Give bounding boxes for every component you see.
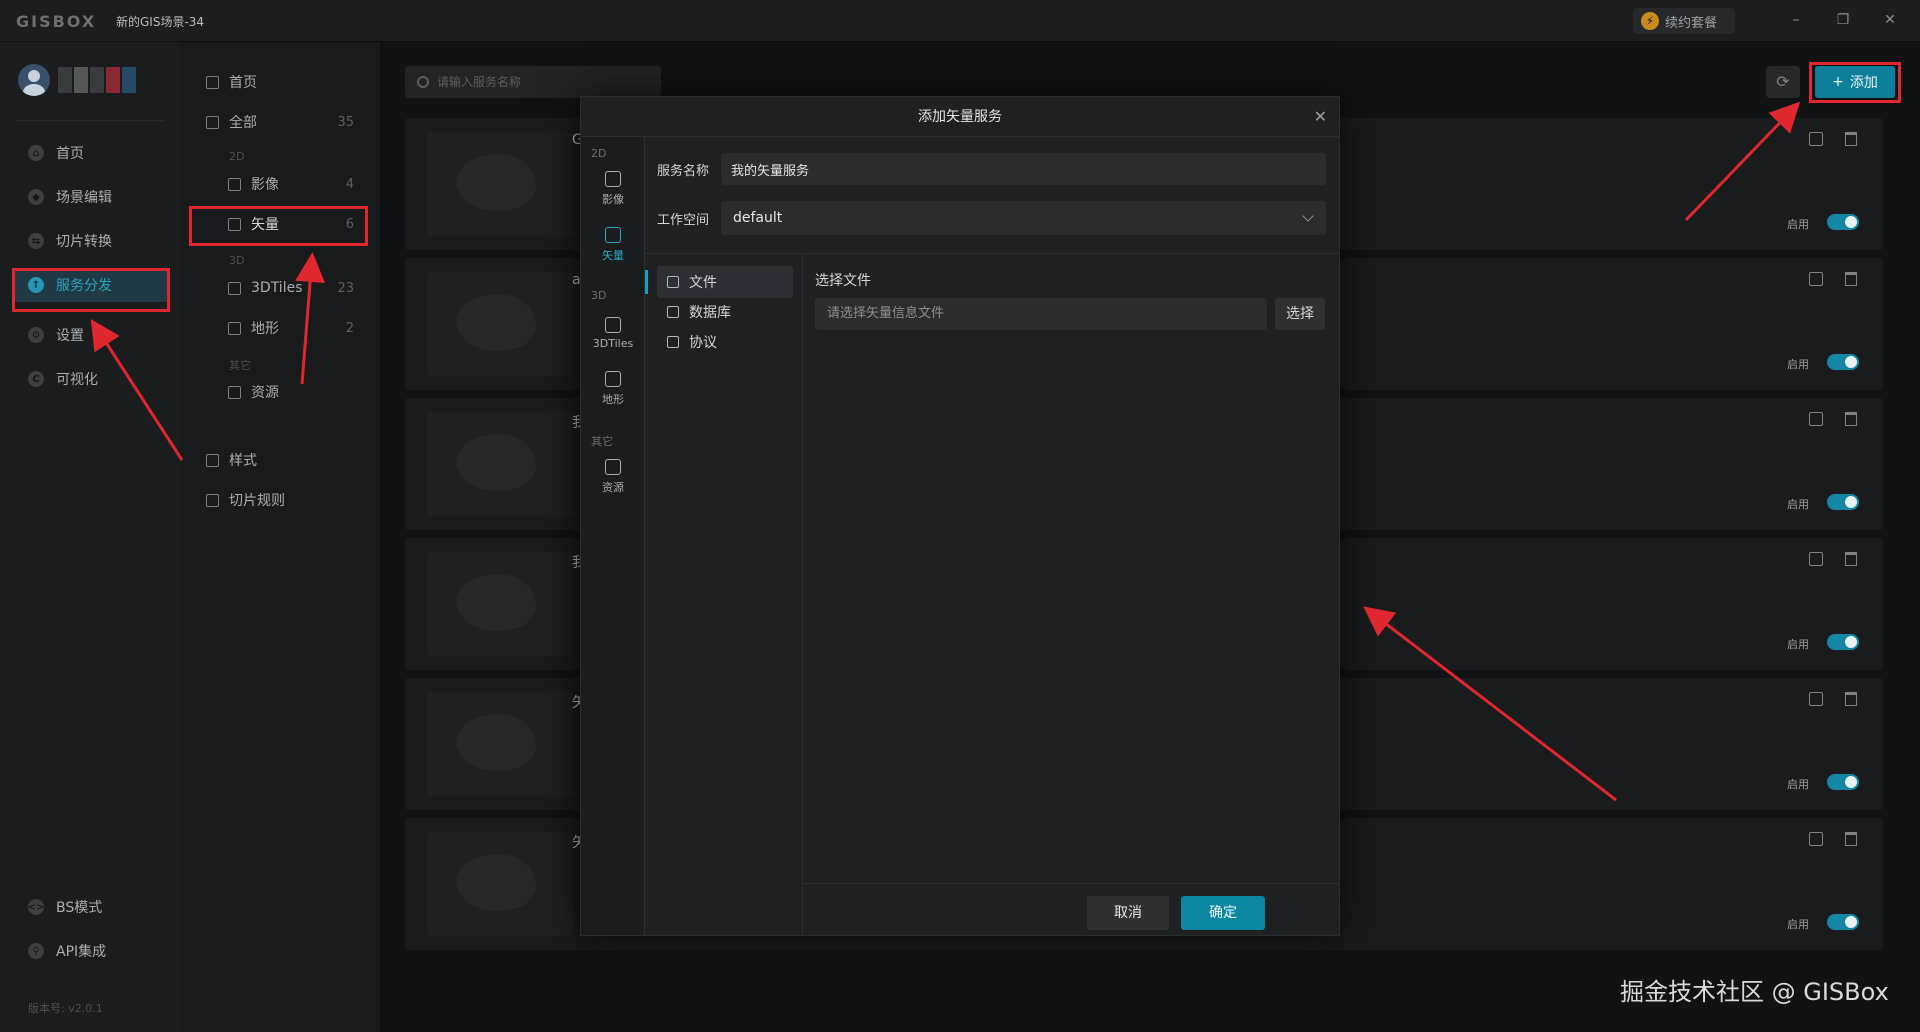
annotation-arrows [90, 101, 1801, 802]
arrow-to-dialog [1363, 606, 1617, 802]
arrow-to-vector [295, 252, 326, 385]
watermark-text: 掘金技术社区 @ GISBox [1620, 978, 1889, 1006]
arrow-to-add [1684, 101, 1801, 222]
arrow-to-service-publish [90, 318, 184, 461]
